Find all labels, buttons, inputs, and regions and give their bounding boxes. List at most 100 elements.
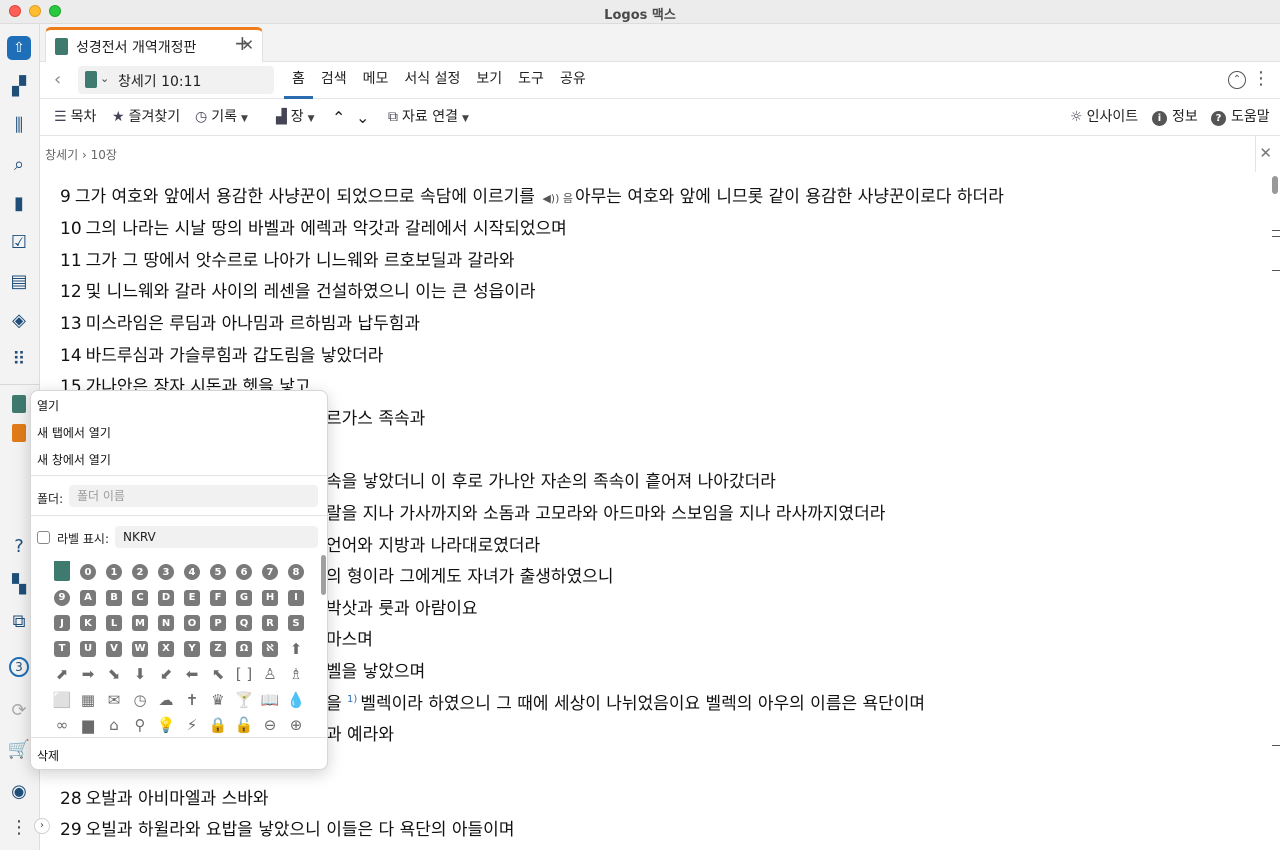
- label-icon-option[interactable]: A: [79, 589, 97, 607]
- back-icon[interactable]: ‹: [54, 69, 61, 90]
- open-new-window-menu-item[interactable]: 새 창에서 열기: [37, 451, 111, 468]
- label-icon-option[interactable]: ⬇: [131, 665, 149, 683]
- verse[interactable]: 14 바드루심과 가슬루힘과 갑도림을 낳았더라: [60, 341, 383, 366]
- favorites-button[interactable]: ★ 즐겨찾기: [112, 99, 180, 136]
- verse[interactable]: 29 오빌과 하윌라와 요밥을 낳았으니 이들은 다 욕단의 아들이며: [60, 815, 514, 840]
- label-icon-option[interactable]: G: [235, 589, 253, 607]
- label-icon-option[interactable]: 3: [157, 563, 175, 581]
- verse[interactable]: 랄을 지나 가사까지와 소돔과 고모라와 아드마와 스보임을 지나 라사까지였더…: [326, 499, 885, 524]
- previous-button[interactable]: ⌃: [332, 99, 345, 136]
- detach-icon[interactable]: ⧉: [7, 609, 31, 633]
- tab-search[interactable]: 검색: [313, 62, 355, 99]
- label-icon-option[interactable]: ⬅: [183, 665, 201, 683]
- label-icon-option[interactable]: F: [209, 589, 227, 607]
- label-icon-option[interactable]: ☁: [157, 691, 175, 709]
- label-icon-option[interactable]: 🍸: [235, 691, 254, 709]
- verse[interactable]: 9 그가 여호와 앞에서 용감한 사냥꾼이 되었으므로 속담에 이르기를 ◀)) …: [60, 182, 1004, 207]
- breadcrumb-text[interactable]: 창세기 › 10장: [45, 146, 117, 163]
- label-icon-option[interactable]: ⬜: [53, 691, 72, 709]
- label-icon-option[interactable]: ℵ: [261, 640, 279, 658]
- history-button[interactable]: ◷ 기록 ▼: [195, 99, 248, 136]
- label-icon-option[interactable]: Z: [209, 640, 227, 658]
- label-icon-option[interactable]: M: [131, 614, 149, 632]
- guide-icon[interactable]: ◈: [7, 308, 31, 332]
- insight-button[interactable]: ☼ 인사이트: [1070, 99, 1138, 136]
- label-icon-option[interactable]: ✉: [105, 691, 123, 709]
- tab-bible[interactable]: 성경전서 개역개정판 ✕: [45, 27, 263, 62]
- layouts-icon[interactable]: ▚: [7, 572, 31, 596]
- label-icon-option[interactable]: R: [261, 614, 279, 632]
- label-icon-option[interactable]: C: [131, 589, 149, 607]
- info-button[interactable]: i 정보: [1152, 99, 1198, 136]
- verse[interactable]: 과 예라와: [326, 720, 394, 745]
- label-icon-option[interactable]: 💧: [287, 691, 306, 709]
- verse[interactable]: 13 미스라임은 루딤과 아나밈과 르하빔과 납두힘과: [60, 309, 420, 334]
- dashboard-icon[interactable]: ▞: [7, 74, 31, 98]
- chevron-down-icon[interactable]: ⌄: [100, 72, 109, 85]
- more-options-icon[interactable]: ⋮: [1252, 68, 1270, 89]
- audio-icon[interactable]: ◀)) 음: [542, 192, 573, 205]
- verse[interactable]: 의 형이라 그에게도 자녀가 출생하였으니: [326, 562, 614, 587]
- label-icon-option[interactable]: S: [287, 614, 305, 632]
- label-icon-option[interactable]: 🔒: [209, 716, 228, 734]
- label-icon-option[interactable]: 8: [287, 563, 305, 581]
- verse[interactable]: 10 그의 나라는 시날 땅의 바벨과 에렉과 악갓과 갈레에서 시작되었으며: [60, 214, 567, 239]
- label-input[interactable]: NKRV: [115, 526, 318, 548]
- tab-view[interactable]: 보기: [468, 62, 510, 99]
- label-icon-option[interactable]: D: [157, 589, 175, 607]
- label-icon-option[interactable]: 1: [105, 563, 123, 581]
- label-icon-option[interactable]: ♗: [287, 665, 305, 683]
- label-icon-option[interactable]: ⚡: [183, 716, 201, 734]
- verse[interactable]: 마스며: [326, 625, 373, 650]
- add-tab-icon[interactable]: +: [234, 31, 251, 55]
- recent-book-icon[interactable]: [12, 424, 26, 442]
- label-icon-option[interactable]: Y: [183, 640, 201, 658]
- label-icon-option[interactable]: P: [209, 614, 227, 632]
- open-menu-item[interactable]: 열기: [37, 397, 59, 414]
- toc-button[interactable]: ☰ 목차: [54, 99, 96, 136]
- verse[interactable]: 박삿과 룻과 아람이요: [326, 594, 478, 619]
- label-icon-option[interactable]: 6: [235, 563, 253, 581]
- recent-book-icon[interactable]: [12, 395, 26, 413]
- tab-notes[interactable]: 메모: [355, 62, 397, 99]
- label-icon-option[interactable]: E: [183, 589, 201, 607]
- chapter-button[interactable]: ▟ 장 ▼: [276, 99, 315, 136]
- label-icon-option[interactable]: ⬈: [53, 665, 71, 683]
- label-icon-option[interactable]: ⚲: [131, 716, 149, 734]
- close-icon[interactable]: ✕: [1259, 144, 1272, 162]
- label-icon-option[interactable]: 5: [209, 563, 227, 581]
- verse[interactable]: 12 및 니느웨와 갈라 사이의 레센을 건설하였으니 이는 큰 성읍이라: [60, 277, 536, 302]
- folder-name-input[interactable]: 폴더 이름: [69, 485, 318, 507]
- collapse-toolbar-icon[interactable]: ⌃: [1228, 71, 1246, 89]
- vertical-scrollbar[interactable]: [1272, 176, 1278, 194]
- cart-icon[interactable]: 🛒: [7, 737, 31, 761]
- tab-share[interactable]: 공유: [552, 62, 594, 99]
- open-new-tab-menu-item[interactable]: 새 탭에서 열기: [37, 424, 111, 441]
- verse[interactable]: 르가스 족속과: [326, 404, 425, 429]
- breadcrumb-book[interactable]: 창세기: [45, 148, 78, 162]
- label-icon-option[interactable]: 0: [79, 563, 97, 581]
- label-icon-option[interactable]: ♙: [261, 665, 279, 683]
- verse[interactable]: 벨을 낳았으며: [326, 657, 425, 682]
- verse[interactable]: 11 그가 그 땅에서 앗수르로 나아가 니느웨와 르호보딜과 갈라와: [60, 246, 514, 271]
- label-icon-option[interactable]: T: [53, 640, 71, 658]
- label-icon-option[interactable]: H: [261, 589, 279, 607]
- footnote-marker[interactable]: 1): [347, 694, 357, 705]
- label-icon-option[interactable]: X: [157, 640, 175, 658]
- logos-home-icon[interactable]: ⇧: [7, 36, 31, 60]
- library-icon[interactable]: ⫼: [7, 113, 31, 137]
- label-icon-option[interactable]: 7: [261, 563, 279, 581]
- label-icon-option[interactable]: W: [131, 640, 149, 658]
- verse[interactable]: 을 1) 벨렉이라 하였으니 그 때에 세상이 나뉘었음이요 벨렉의 아우의 이름…: [326, 689, 925, 714]
- notifications-icon[interactable]: 3: [9, 657, 29, 677]
- document-icon[interactable]: ▤: [7, 269, 31, 293]
- label-icon-option[interactable]: I: [287, 589, 305, 607]
- delete-menu-item[interactable]: 삭제: [37, 747, 59, 764]
- reference-box[interactable]: ⌄ 창세기 10:11: [78, 66, 274, 94]
- next-button[interactable]: ⌄: [356, 99, 369, 136]
- label-icon-option[interactable]: O: [183, 614, 201, 632]
- label-icon-option[interactable]: N: [157, 614, 175, 632]
- label-icon-option[interactable]: ⬋: [157, 665, 175, 683]
- label-icon-option[interactable]: B: [105, 589, 123, 607]
- reference-input[interactable]: 창세기 10:11: [118, 71, 201, 91]
